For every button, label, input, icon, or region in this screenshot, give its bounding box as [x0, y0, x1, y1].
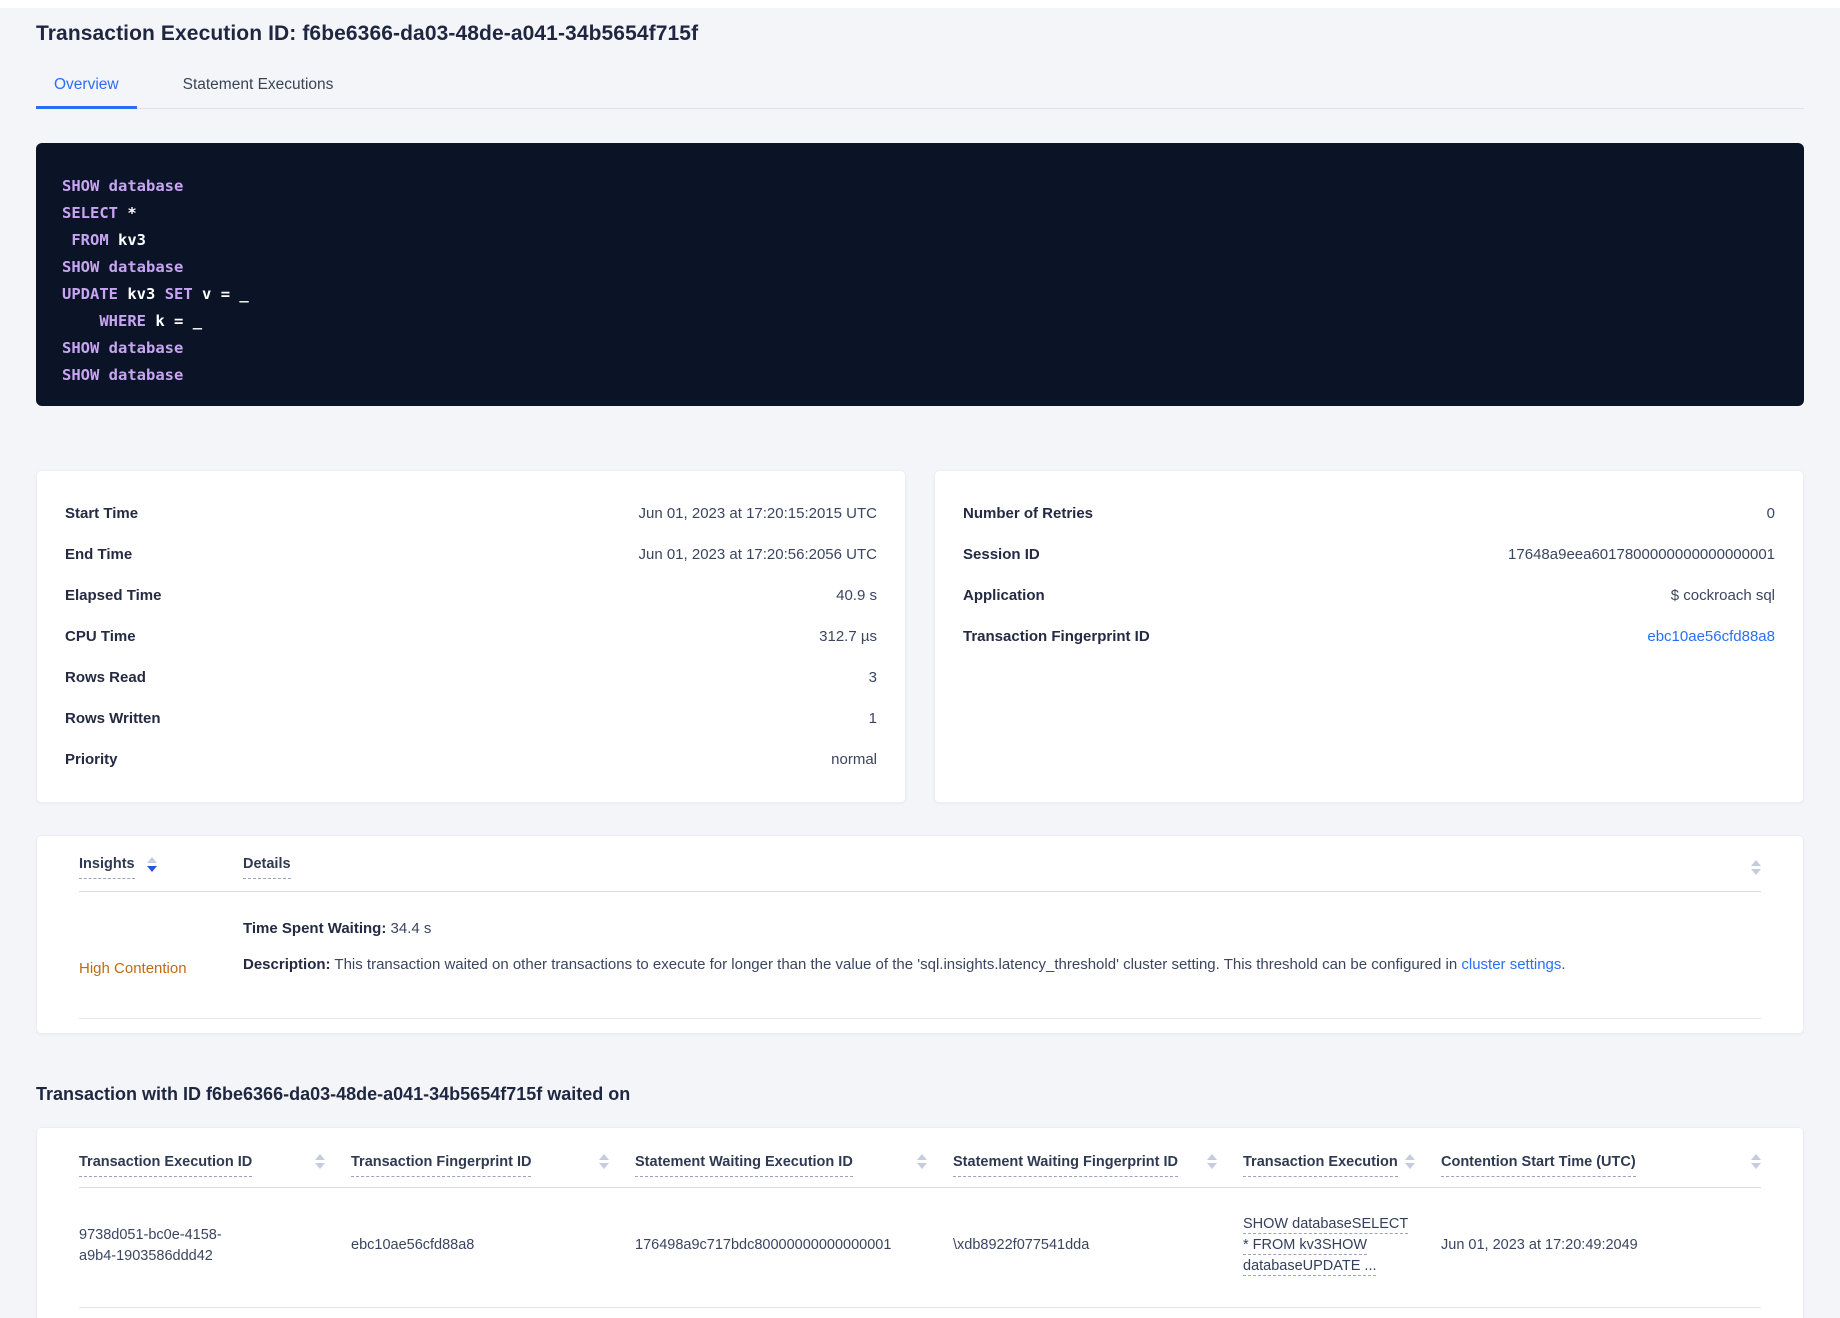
insight-description: Description: This transaction waited on … [243, 954, 1761, 976]
cell-transaction-execution-id: 9738d051-bc0e-4158-a9b4-1903586ddd42 [79, 1214, 351, 1277]
column-header-transaction-execution[interactable]: Transaction Execution [1243, 1154, 1441, 1177]
session-id-label: Session ID [963, 546, 1040, 563]
description-label: Description: [243, 956, 331, 973]
txn-fingerprint-link[interactable]: ebc10ae56cfd88a8 [1647, 628, 1775, 645]
column-header-transaction-fingerprint-id[interactable]: Transaction Fingerprint ID [351, 1154, 635, 1177]
summary-row-rows-written: Rows Written 1 [65, 698, 877, 739]
cell-statement-waiting-execution-id: 176498a9c717bdc80000000000000001 [635, 1214, 953, 1277]
session-id-value: 17648a9eea6017800000000000000001 [1508, 546, 1775, 563]
summary-row-start-time: Start Time Jun 01, 2023 at 17:20:15:2015… [65, 493, 877, 534]
tab-bar: Overview Statement Executions [36, 76, 1804, 109]
column-label: Transaction Execution [1243, 1154, 1398, 1177]
rows-written-label: Rows Written [65, 710, 161, 727]
table-row: 9738d051-bc0e-4158-a9b4-1903586ddd42 ebc… [79, 1188, 1761, 1308]
sort-desc-icon[interactable] [146, 857, 157, 872]
rows-read-label: Rows Read [65, 669, 146, 686]
application-value: $ cockroach sql [1670, 587, 1775, 604]
time-spent-waiting-value: 34.4 s [386, 920, 432, 937]
contention-start-time-value: Jun 01, 2023 at 17:20:49:2049 [1441, 1237, 1638, 1253]
details-column-label: Details [243, 856, 291, 879]
start-time-label: Start Time [65, 505, 139, 522]
insights-column-label: Insights [79, 856, 135, 879]
cell-transaction-execution: SHOW databaseSELECT * FROM kv3SHOW datab… [1243, 1214, 1441, 1277]
column-label: Transaction Execution ID [79, 1154, 253, 1177]
cell-transaction-fingerprint-id: ebc10ae56cfd88a8 [351, 1214, 635, 1277]
priority-value: normal [831, 751, 877, 768]
sql-statements-box: SHOW database SELECT * FROM kv3 SHOW datab… [36, 143, 1804, 406]
waited-on-table-header: Transaction Execution ID Transaction Fin… [79, 1154, 1761, 1188]
insights-column-header[interactable]: Insights [79, 856, 243, 879]
column-header-statement-waiting-fingerprint-id[interactable]: Statement Waiting Fingerprint ID [953, 1154, 1243, 1177]
retries-value: 0 [1766, 505, 1775, 522]
retries-label: Number of Retries [963, 505, 1094, 522]
waited-on-table: Transaction Execution ID Transaction Fin… [36, 1127, 1804, 1318]
summary-row-end-time: End Time Jun 01, 2023 at 17:20:56:2056 U… [65, 534, 877, 575]
sort-icon[interactable] [315, 1154, 325, 1169]
cell-statement-waiting-fingerprint-id: \xdb8922f077541dda [953, 1214, 1243, 1277]
summary-row-cpu-time: CPU Time 312.7 µs [65, 616, 877, 657]
insights-table: Insights Details High Contention Time Sp… [36, 835, 1804, 1034]
elapsed-time-label: Elapsed Time [65, 587, 162, 604]
cell-contention-start-time: Jun 01, 2023 at 17:20:49:2049 [1441, 1214, 1761, 1277]
column-header-transaction-execution-id[interactable]: Transaction Execution ID [79, 1154, 351, 1177]
waited-on-section-title: Transaction with ID f6be6366-da03-48de-a… [36, 1084, 631, 1104]
cpu-time-label: CPU Time [65, 628, 136, 645]
summary-row-rows-read: Rows Read 3 [65, 657, 877, 698]
sort-icon[interactable] [1207, 1154, 1217, 1169]
transaction-fingerprint-id-value: ebc10ae56cfd88a8 [351, 1237, 475, 1253]
details-column-header[interactable]: Details [243, 856, 291, 879]
summary-card-right: Number of Retries 0 Session ID 17648a9ee… [934, 470, 1804, 803]
page-title: Transaction Execution ID: f6be6366-da03-… [36, 22, 699, 45]
application-label: Application [963, 587, 1045, 604]
column-label: Statement Waiting Execution ID [635, 1154, 853, 1177]
summary-row-priority: Priority normal [65, 739, 877, 780]
transaction-execution-id-value: 9738d051-bc0e-4158-a9b4-1903586ddd42 [79, 1226, 222, 1264]
end-time-value: Jun 01, 2023 at 17:20:56:2056 UTC [638, 546, 877, 563]
elapsed-time-value: 40.9 s [836, 587, 877, 604]
time-spent-waiting: Time Spent Waiting: 34.4 s [243, 918, 1761, 940]
tab-overview[interactable]: Overview [36, 76, 137, 109]
txn-fingerprint-label: Transaction Fingerprint ID [963, 628, 1150, 645]
start-time-value: Jun 01, 2023 at 17:20:15:2015 UTC [638, 505, 877, 522]
summary-row-elapsed-time: Elapsed Time 40.9 s [65, 575, 877, 616]
tab-statement-executions[interactable]: Statement Executions [165, 76, 352, 108]
transaction-execution-link[interactable]: SHOW databaseSELECT * FROM kv3SHOW datab… [1243, 1214, 1411, 1277]
cpu-time-value: 312.7 µs [819, 628, 877, 645]
sort-icon[interactable] [1751, 1154, 1761, 1169]
rows-written-value: 1 [868, 710, 877, 727]
summary-card-left: Start Time Jun 01, 2023 at 17:20:15:2015… [36, 470, 906, 803]
summary-row-session-id: Session ID 17648a9eea6017800000000000000… [963, 534, 1775, 575]
description-period: . [1561, 956, 1566, 973]
table-footer-space [79, 1308, 1761, 1318]
summary-row-txn-fingerprint: Transaction Fingerprint ID ebc10ae56cfd8… [963, 616, 1775, 657]
insight-badge-high-contention: High Contention [79, 960, 187, 977]
column-label: Transaction Fingerprint ID [351, 1154, 532, 1177]
summary-row-application: Application $ cockroach sql [963, 575, 1775, 616]
insight-row: High Contention Time Spent Waiting: 34.4… [79, 892, 1761, 1019]
statement-waiting-execution-id-value: 176498a9c717bdc80000000000000001 [635, 1237, 892, 1253]
cluster-settings-link[interactable]: cluster settings [1461, 956, 1561, 973]
top-strip [0, 0, 1840, 8]
summary-cards: Start Time Jun 01, 2023 at 17:20:15:2015… [36, 470, 1804, 803]
column-header-statement-waiting-execution-id[interactable]: Statement Waiting Execution ID [635, 1154, 953, 1177]
column-label: Statement Waiting Fingerprint ID [953, 1154, 1179, 1177]
statement-waiting-fingerprint-id-value: \xdb8922f077541dda [953, 1237, 1090, 1253]
end-time-label: End Time [65, 546, 133, 563]
column-label: Contention Start Time (UTC) [1441, 1154, 1636, 1177]
insights-table-header: Insights Details [79, 856, 1761, 892]
description-text: This transaction waited on other transac… [330, 956, 1462, 973]
insight-details: Time Spent Waiting: 34.4 s Description: … [243, 918, 1761, 990]
sql-code: SHOW database SELECT * FROM kv3 SHOW datab… [62, 177, 249, 384]
sort-icon[interactable] [599, 1154, 609, 1169]
sort-icon[interactable] [1751, 860, 1761, 875]
transaction-details-page: Transaction Execution ID: f6be6366-da03-… [0, 8, 1840, 1318]
rows-read-value: 3 [868, 669, 877, 686]
sort-icon[interactable] [917, 1154, 927, 1169]
priority-label: Priority [65, 751, 118, 768]
sort-icon[interactable] [1405, 1154, 1415, 1169]
time-spent-waiting-label: Time Spent Waiting: [243, 920, 387, 937]
summary-row-retries: Number of Retries 0 [963, 493, 1775, 534]
column-header-contention-start-time[interactable]: Contention Start Time (UTC) [1441, 1154, 1761, 1177]
